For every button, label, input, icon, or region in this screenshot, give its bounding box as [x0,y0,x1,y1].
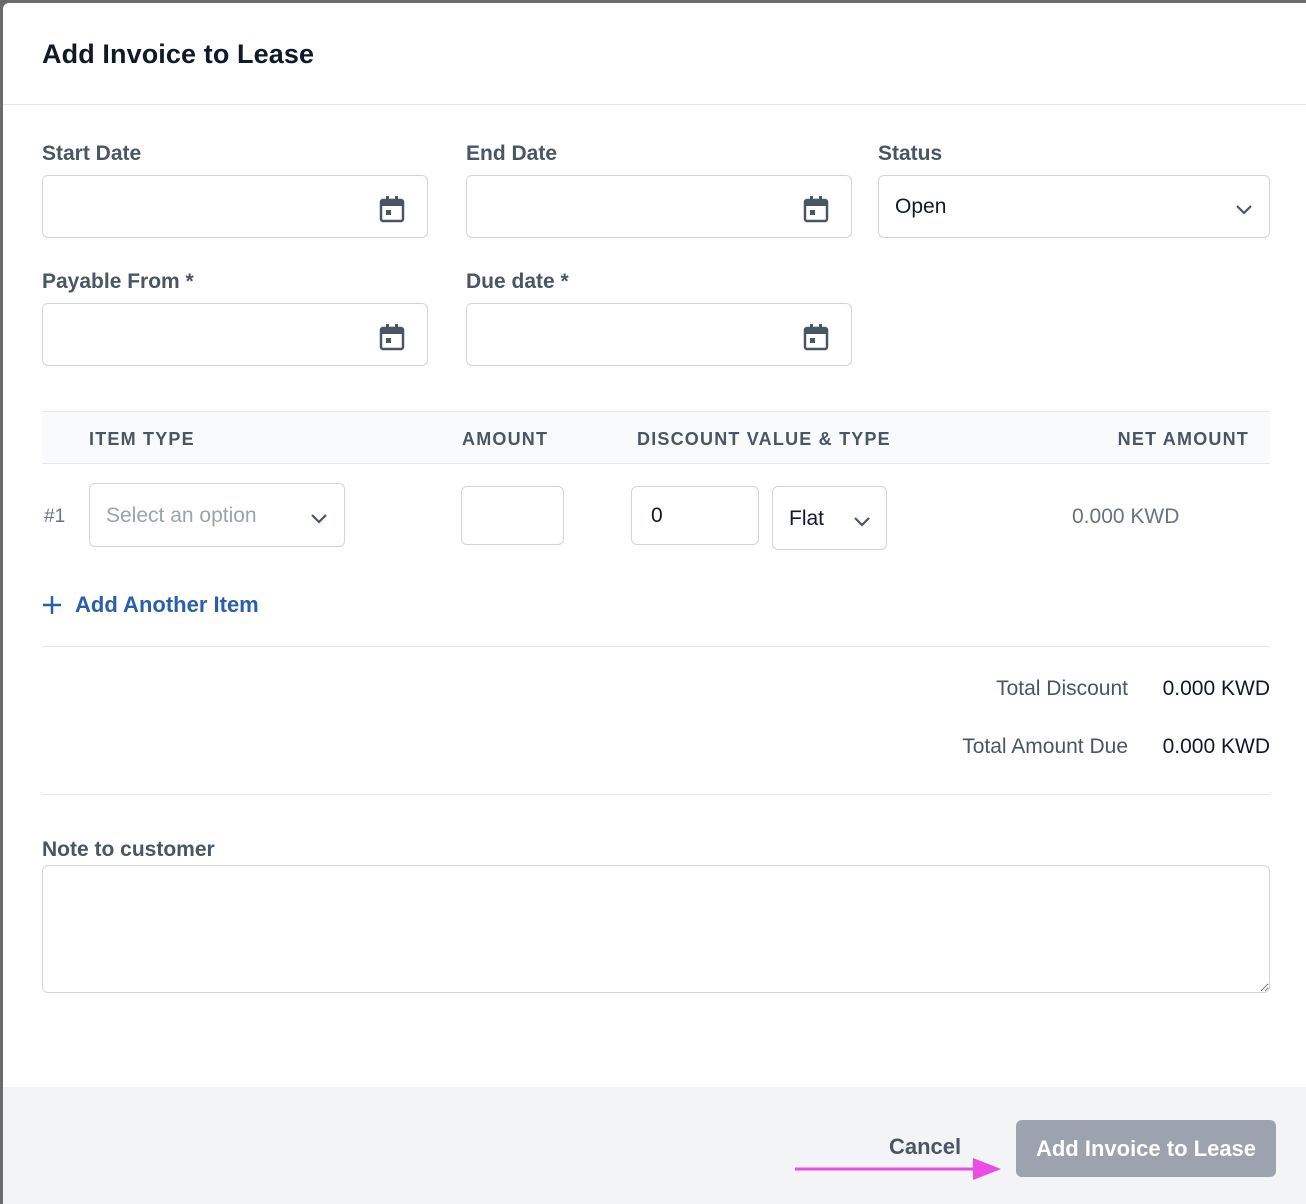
chevron-down-icon [1236,205,1252,215]
payable-from-input[interactable] [42,303,428,366]
th-item-type: ITEM TYPE [89,429,195,449]
calendar-icon[interactable] [803,323,829,351]
discount-type-value: Flat [789,507,825,530]
status-select[interactable]: Open [878,175,1270,238]
discount-type-select[interactable]: Flat [772,486,887,550]
due-date-label: Due date * [466,270,569,293]
modal-title: Add Invoice to Lease [42,39,315,69]
items-table-header: ITEM TYPE AMOUNT DISCOUNT VALUE & TYPE N… [42,411,1270,464]
total-amount-due-value: 0.000 KWD [1162,735,1270,758]
chevron-down-icon [854,517,870,527]
calendar-icon[interactable] [379,195,405,223]
calendar-icon[interactable] [379,323,405,351]
amount-input[interactable] [461,486,564,545]
add-another-item-label: Add Another Item [75,592,259,617]
item-type-placeholder: Select an option [106,504,257,527]
start-date-label: Start Date [42,142,142,165]
total-amount-due-label: Total Amount Due [962,735,1128,758]
item-type-select[interactable]: Select an option [89,483,345,547]
divider [42,794,1270,795]
th-net-amount: NET AMOUNT [1117,429,1249,449]
total-discount-value: 0.000 KWD [1162,677,1270,700]
annotation-arrow-icon [795,1158,1001,1180]
net-amount-value: 0.000 KWD [1072,505,1180,528]
calendar-icon[interactable] [803,195,829,223]
end-date-input[interactable] [466,175,852,238]
add-another-item-link[interactable]: Add Another Item [41,592,259,618]
status-selected-value: Open [895,195,947,218]
due-date-input[interactable] [466,303,852,366]
discount-value: 0 [651,504,663,527]
note-textarea[interactable] [42,865,1270,993]
modal-header: Add Invoice to Lease [3,3,1306,105]
chevron-down-icon [311,514,327,524]
payable-from-label: Payable From * [42,270,194,293]
start-date-input[interactable] [42,175,428,238]
total-discount-label: Total Discount [996,677,1128,700]
discount-value-input[interactable]: 0 [631,486,759,545]
add-invoice-to-lease-button[interactable]: Add Invoice to Lease [1016,1120,1276,1177]
end-date-label: End Date [466,142,558,165]
status-label: Status [878,142,943,165]
th-amount: AMOUNT [462,429,549,449]
plus-icon [43,596,61,614]
divider [42,646,1270,647]
row-number: #1 [44,506,66,527]
note-label: Note to customer [42,838,215,861]
add-invoice-modal: Add Invoice to Lease Start Date End Date… [3,3,1306,1204]
th-discount: DISCOUNT VALUE & TYPE [637,429,891,449]
